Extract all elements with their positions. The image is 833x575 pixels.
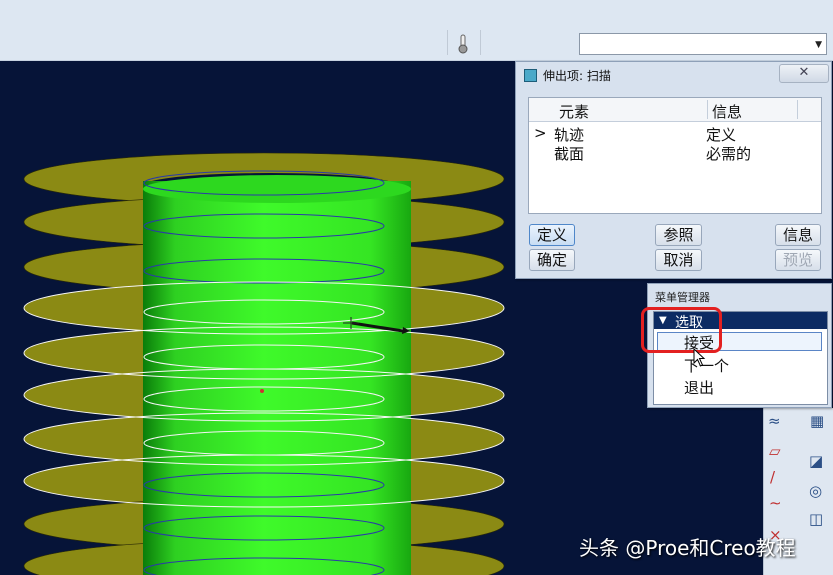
datum-plane-icon[interactable]: ▱	[769, 444, 781, 459]
datum-point-tool-icon[interactable]: ◫	[809, 512, 823, 527]
preview-button[interactable]: 预览	[775, 249, 821, 271]
datum-axis-icon[interactable]: /	[770, 470, 775, 485]
row-info: 必需的	[706, 145, 752, 163]
datum-curve-icon[interactable]: ∼	[769, 496, 782, 511]
thermometer-icon[interactable]	[456, 34, 470, 54]
elements-table[interactable]: 元素 信息 > 轨迹 定义 截面 必需的	[528, 97, 822, 214]
dropdown-arrow-icon[interactable]: ▼	[815, 40, 822, 50]
define-button[interactable]: 定义	[529, 224, 575, 246]
annotation-highlight-box	[641, 307, 722, 353]
ok-button[interactable]: 确定	[529, 249, 575, 271]
dialog-title: 伸出项: 扫描	[543, 69, 611, 83]
row-marker: >	[534, 124, 547, 142]
refs-button[interactable]: 参照	[655, 224, 702, 246]
info-button[interactable]: 信息	[775, 224, 821, 246]
cancel-button[interactable]: 取消	[655, 249, 702, 271]
close-icon: ✕	[798, 65, 810, 80]
column-divider	[797, 100, 798, 119]
table-row[interactable]: 截面 必需的	[529, 143, 821, 163]
sketch-curve-icon[interactable]: ≈	[768, 414, 781, 429]
top-toolbar: ▼	[0, 0, 833, 61]
row-element: 轨迹	[554, 126, 585, 144]
row-element: 截面	[554, 145, 585, 163]
mouse-cursor-icon	[693, 348, 706, 367]
filter-select[interactable]: ▼	[579, 33, 827, 55]
toolbar-separator	[480, 30, 481, 55]
column-divider	[707, 100, 708, 119]
toolbar-separator	[447, 30, 448, 55]
table-header: 元素 信息	[529, 98, 821, 122]
watermark: 头条 @Proe和Creo教程	[579, 536, 796, 560]
datum-point	[260, 389, 264, 393]
table-row[interactable]: > 轨迹 定义	[529, 124, 821, 144]
column-header-info: 信息	[712, 103, 743, 121]
grid-icon[interactable]: ▦	[810, 414, 824, 429]
close-button[interactable]: ✕	[779, 64, 829, 83]
sweep-feature-dialog: 伸出项: 扫描 ✕ 元素 信息 > 轨迹 定义 截面 必需的 定义 参照 信息 …	[515, 61, 832, 279]
row-info: 定义	[706, 126, 737, 144]
csys-icon[interactable]: ◎	[809, 484, 822, 499]
datum-plane-tool-icon[interactable]: ◪	[809, 454, 823, 469]
dialog-app-icon	[524, 69, 537, 82]
menu-item-quit[interactable]: 退出	[684, 377, 714, 398]
dialog-titlebar: 伸出项: 扫描 ✕	[516, 62, 831, 86]
menu-manager-title: 菜单管理器	[655, 291, 710, 304]
column-header-element: 元素	[559, 103, 590, 121]
